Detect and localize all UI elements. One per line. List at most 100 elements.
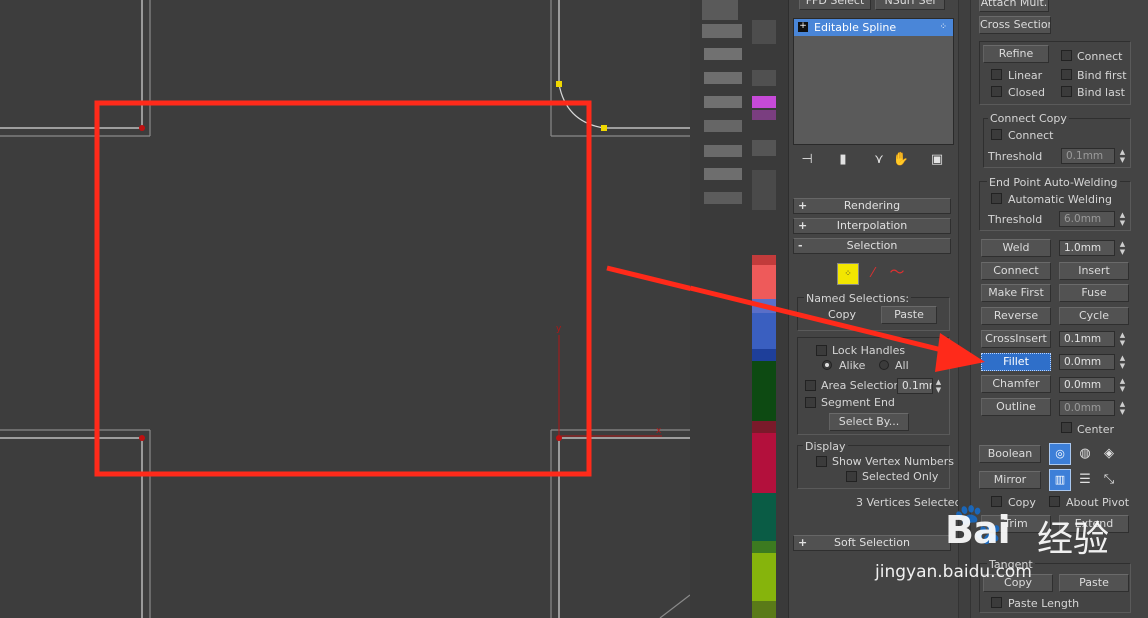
pin-stack-icon[interactable]: ⊣ (797, 153, 817, 167)
segment-level-icon[interactable]: ⁄ (865, 267, 881, 281)
chamfer-arrows[interactable]: ▲ ▼ (1118, 377, 1127, 393)
copy-button[interactable]: Copy (807, 306, 877, 324)
weld-spinner[interactable]: 1.0mm (1059, 240, 1115, 256)
mirror-button[interactable]: Mirror (979, 471, 1041, 489)
modify-panel: FFD Select NSurf Sel + Editable Spline ⁘… (788, 0, 962, 618)
panel-divider (958, 0, 970, 618)
tangent-paste-button[interactable]: Paste (1059, 574, 1129, 592)
paste-button[interactable]: Paste (881, 306, 937, 324)
pixelated-panel (690, 0, 788, 618)
connect-label: Connect (1077, 50, 1123, 63)
all-label: All (895, 359, 909, 372)
linear-checkbox[interactable] (991, 69, 1002, 80)
crossinsert-arrows[interactable]: ▲ ▼ (1118, 331, 1127, 347)
expand-icon[interactable]: + (798, 22, 808, 32)
connect-copy-checkbox[interactable] (991, 129, 1002, 140)
threshold-label-2: Threshold (988, 213, 1043, 226)
center-label: Center (1077, 423, 1115, 436)
center-checkbox[interactable] (1061, 422, 1072, 433)
stack-item-editable-spline[interactable]: + Editable Spline ⁘ (794, 19, 953, 36)
spline-level-icon[interactable]: 〜 (885, 265, 909, 280)
selected-only-checkbox[interactable] (846, 471, 857, 482)
intersection-icon[interactable]: ◈ (1099, 447, 1119, 461)
mirror-copy-label: Copy (1008, 496, 1036, 509)
cross-section-button[interactable]: Cross Section (979, 16, 1051, 34)
cycle-button[interactable]: Cycle (1059, 307, 1129, 325)
make-first-button[interactable]: Make First (981, 284, 1051, 302)
viewport[interactable]: y x (0, 0, 690, 618)
closed-checkbox[interactable] (991, 86, 1002, 97)
automatic-welding-checkbox[interactable] (991, 193, 1002, 204)
mirror-horizontal-icon[interactable]: ▥ (1049, 469, 1071, 491)
segment-end-checkbox[interactable] (805, 397, 816, 408)
threshold-spinner-1[interactable]: 0.1mm (1061, 148, 1115, 164)
configure-sets-icon[interactable]: ▣ (927, 153, 947, 167)
area-spinner-arrows[interactable]: ▲ ▼ (934, 378, 943, 394)
gizmo-y-label: y (556, 324, 562, 334)
ffd-select-button[interactable]: FFD Select (799, 0, 871, 10)
end-point-welding-label: End Point Auto-Welding (987, 176, 1120, 189)
chamfer-spinner[interactable]: 0.0mm (1059, 377, 1115, 393)
stack-item-label: Editable Spline (814, 21, 897, 34)
bind-last-checkbox[interactable] (1061, 86, 1072, 97)
about-pivot-label: About Pivot (1066, 496, 1130, 509)
make-unique-icon[interactable]: ⋎ (869, 153, 889, 167)
remove-modifier-icon[interactable]: ✋ (891, 153, 911, 167)
selection-status: 3 Vertices Selected (856, 496, 962, 509)
outline-button[interactable]: Outline (981, 398, 1051, 416)
chamfer-button[interactable]: Chamfer (981, 375, 1051, 393)
segment-end-label: Segment End (821, 396, 895, 409)
threshold-spinner-2[interactable]: 6.0mm (1059, 211, 1115, 227)
refine-button[interactable]: Refine (983, 45, 1049, 63)
crossinsert-button[interactable]: CrossInsert (981, 330, 1051, 348)
alike-radio[interactable] (822, 360, 832, 370)
rollout-interpolation[interactable]: + Interpolation (793, 218, 951, 234)
weld-arrows[interactable]: ▲ ▼ (1118, 240, 1127, 256)
threshold-arrows-1[interactable]: ▲ ▼ (1118, 148, 1127, 164)
modifier-stack[interactable]: + Editable Spline ⁘ (793, 18, 954, 145)
area-selection-spinner[interactable]: 0.1mm (897, 378, 933, 394)
rollout-selection[interactable]: - Selection (793, 238, 951, 254)
connect-checkbox[interactable] (1061, 50, 1072, 61)
reverse-button[interactable]: Reverse (981, 307, 1051, 325)
rollout-rendering[interactable]: + Rendering (793, 198, 951, 214)
crossinsert-spinner[interactable]: 0.1mm (1059, 331, 1115, 347)
show-vertex-numbers-checkbox[interactable] (816, 456, 827, 467)
tangent-copy-button[interactable]: Copy (983, 574, 1053, 592)
boolean-button[interactable]: Boolean (979, 445, 1041, 463)
vertex-level-button[interactable]: ⁘ (837, 263, 859, 285)
connect-copy-connect-label: Connect (1008, 129, 1054, 142)
area-selection-label: Area Selection: (821, 379, 905, 392)
area-selection-checkbox[interactable] (805, 380, 816, 391)
lock-handles-checkbox[interactable] (816, 345, 827, 356)
outline-spinner[interactable]: 0.0mm (1059, 400, 1115, 416)
nsurf-sel-button[interactable]: NSurf Sel (875, 0, 945, 10)
connect-button[interactable]: Connect (981, 262, 1051, 280)
select-by-button[interactable]: Select By... (829, 413, 909, 431)
fillet-spinner[interactable]: 0.0mm (1059, 354, 1115, 370)
rollout-soft-selection[interactable]: + Soft Selection (793, 535, 951, 551)
outline-arrows[interactable]: ▲ ▼ (1118, 400, 1127, 416)
mirror-both-icon[interactable]: ⤡ (1099, 473, 1119, 487)
display-label: Display (803, 440, 848, 453)
attach-mult-button[interactable]: Attach Mult. (979, 0, 1049, 12)
insert-button[interactable]: Insert (1059, 262, 1129, 280)
vertex-selected (556, 81, 562, 87)
mirror-vertical-icon[interactable]: ☰ (1075, 473, 1095, 487)
bind-first-checkbox[interactable] (1061, 69, 1072, 80)
threshold-arrows-2[interactable]: ▲ ▼ (1118, 211, 1127, 227)
show-end-result-icon[interactable]: ▮ (833, 153, 853, 167)
weld-button[interactable]: Weld (981, 239, 1051, 257)
union-icon[interactable]: ◎ (1049, 443, 1071, 465)
extend-button[interactable]: Extend (1059, 515, 1129, 533)
paste-length-checkbox[interactable] (991, 597, 1002, 608)
fuse-button[interactable]: Fuse (1059, 284, 1129, 302)
selected-only-label: Selected Only (862, 470, 939, 483)
subtraction-icon[interactable]: ◍ (1075, 447, 1095, 461)
fillet-arrows[interactable]: ▲ ▼ (1118, 354, 1127, 370)
about-pivot-checkbox[interactable] (1049, 496, 1060, 507)
all-radio[interactable] (879, 360, 889, 370)
mirror-copy-checkbox[interactable] (991, 496, 1002, 507)
fillet-button[interactable]: Fillet (981, 353, 1051, 371)
trim-button[interactable]: Trim (981, 515, 1051, 533)
